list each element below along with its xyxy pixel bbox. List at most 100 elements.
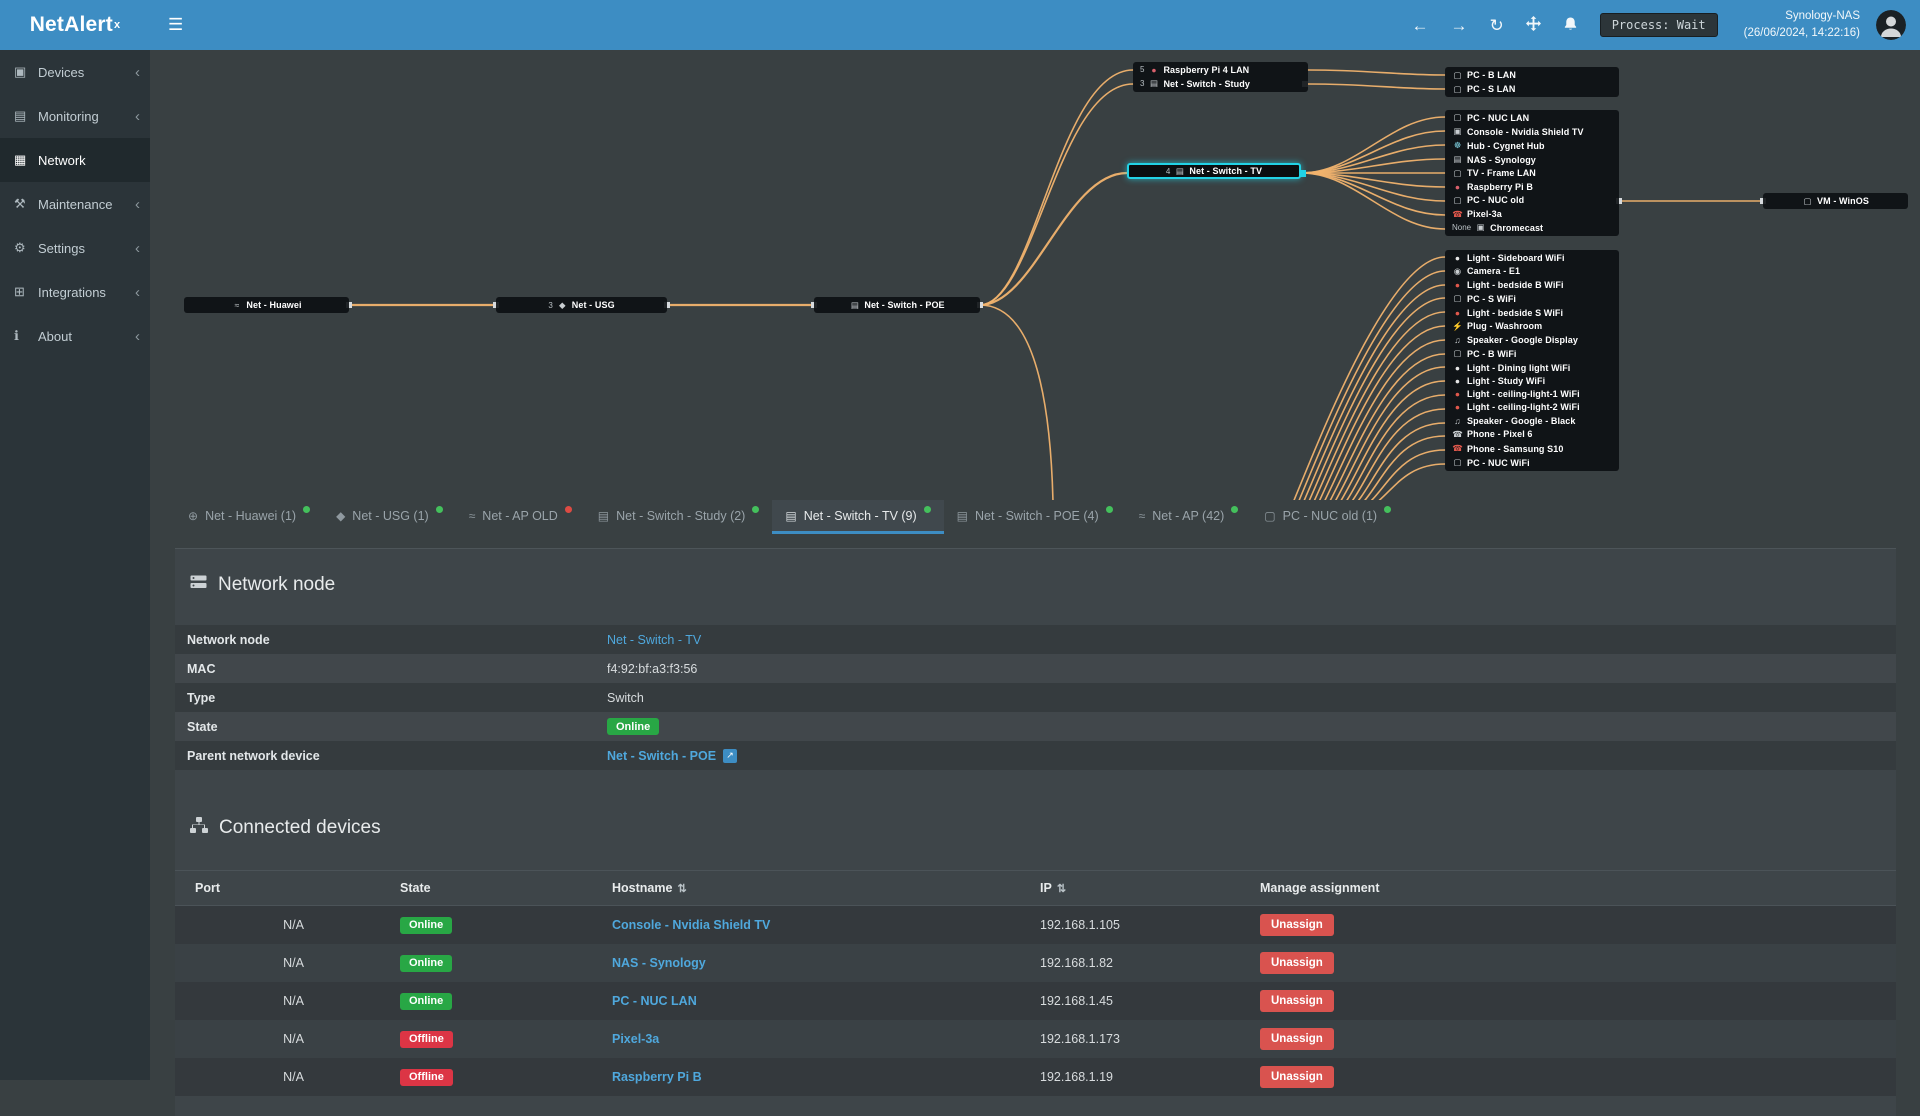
topology-device[interactable]: 5 ● Raspberry Pi 4 LAN — [1140, 65, 1301, 75]
cast-icon: ▣ — [1475, 222, 1486, 233]
move-icon[interactable] — [1526, 16, 1541, 34]
unassign-button[interactable]: Unassign — [1260, 952, 1334, 974]
tab-pc-nuc-old[interactable]: ▢ PC - NUC old (1) — [1251, 500, 1404, 534]
network-node-link[interactable]: Net - Switch - TV — [607, 633, 701, 647]
table-body: N/A Online Console - Nvidia Shield TV 19… — [175, 906, 1896, 1096]
topology-device[interactable]: ☎ Pixel-3a — [1452, 209, 1612, 220]
unassign-button[interactable]: Unassign — [1260, 914, 1334, 936]
pc-icon: ▢ — [1452, 195, 1463, 206]
topology-device[interactable]: None ▣ Chromecast — [1452, 222, 1612, 233]
topology-device[interactable]: ● Raspberry Pi B — [1452, 182, 1612, 192]
group-study-devices: ▢ PC - B LAN ▢ PC - S LAN — [1445, 67, 1619, 97]
node-net-switch-tv-selected[interactable]: 4 ▤ Net - Switch - TV — [1127, 163, 1301, 179]
topology-device[interactable]: ☸ Hub - Cygnet Hub — [1452, 140, 1612, 151]
sidebar-item-settings[interactable]: ⚙ Settings ‹ — [0, 226, 150, 270]
ip-cell: 192.168.1.19 — [1040, 1070, 1260, 1084]
switch-icon: ▤ — [598, 509, 609, 523]
bulb-icon: ● — [1452, 308, 1463, 318]
node-net-huawei[interactable]: ≈ Net - Huawei — [184, 297, 349, 313]
bell-icon[interactable] — [1563, 16, 1578, 35]
sidebar-item-integrations[interactable]: ⊞ Integrations ‹ — [0, 270, 150, 314]
unassign-button[interactable]: Unassign — [1260, 1028, 1334, 1050]
refresh-icon[interactable]: ↻ — [1489, 17, 1503, 34]
tab-net-switch-study[interactable]: ▤ Net - Switch - Study (2) — [585, 500, 773, 534]
status-dot-icon — [924, 506, 931, 513]
sort-icon[interactable]: ⇅ — [677, 883, 686, 895]
topology-device[interactable]: ▢ PC - B LAN — [1452, 70, 1612, 81]
tab-net-ap[interactable]: ≈ Net - AP (42) — [1126, 500, 1252, 534]
node-vm-winos[interactable]: ▢ VM - WinOS — [1763, 193, 1908, 209]
hostname-link[interactable]: Raspberry Pi B — [612, 1070, 702, 1084]
topology-device[interactable]: ♫ Speaker - Google Display — [1452, 335, 1612, 345]
forward-arrow-icon[interactable]: → — [1450, 17, 1467, 34]
chevron-icon: ‹ — [135, 196, 140, 213]
hostname-link[interactable]: NAS - Synology — [612, 956, 706, 970]
network-topology[interactable]: ≈ Net - Huawei 3 ◆ Net - USG ▤ Net - Swi… — [150, 50, 1920, 500]
menu-toggle-icon[interactable]: ☰ — [150, 15, 201, 35]
integrations-icon: ⊞ — [14, 284, 38, 300]
monitoring-icon: ▤ — [14, 108, 38, 124]
tab-net-ap-old[interactable]: ≈ Net - AP OLD — [456, 500, 585, 534]
topology-device[interactable]: ● Light - bedside S WiFi — [1452, 308, 1612, 318]
topology-device[interactable]: ▢ PC - NUC LAN — [1452, 112, 1612, 123]
unassign-button[interactable]: Unassign — [1260, 1066, 1334, 1088]
network-node-section-title: Network node — [175, 549, 1896, 613]
raspberry-icon: ● — [1452, 182, 1463, 192]
sidebar-item-maintenance[interactable]: ⚒ Maintenance ‹ — [0, 182, 150, 226]
host-name: Synology-NAS — [1744, 8, 1860, 25]
sidebar-item-monitoring[interactable]: ▤ Monitoring ‹ — [0, 94, 150, 138]
topology-device[interactable]: ● Light - ceiling-light-1 WiFi — [1452, 389, 1612, 399]
topology-device[interactable]: ● Light - ceiling-light-2 WiFi — [1452, 402, 1612, 412]
topology-device[interactable]: ▢ PC - NUC WiFi — [1452, 457, 1612, 468]
chevron-icon: ‹ — [135, 328, 140, 345]
app-logo[interactable]: NetAlertx — [0, 0, 150, 50]
state-badge: Online — [607, 718, 659, 735]
user-avatar[interactable] — [1876, 10, 1906, 40]
hostname-link[interactable]: Console - Nvidia Shield TV — [612, 918, 770, 932]
shield-icon: ◆ — [336, 509, 345, 523]
tab-net-switch-tv[interactable]: ▤ Net - Switch - TV (9) — [772, 500, 943, 534]
sidebar-item-devices[interactable]: ▣ Devices ‹ — [0, 50, 150, 94]
topology-device[interactable]: ◉ Camera - E1 — [1452, 266, 1612, 277]
topology-device[interactable]: 3 ▤ Net - Switch - Study — [1140, 78, 1301, 89]
topology-device[interactable]: ● Light - bedside B WiFi — [1452, 280, 1612, 290]
sidebar-item-network[interactable]: ▦ Network — [0, 138, 150, 182]
topology-device[interactable]: ☎ Phone - Samsung S10 — [1452, 443, 1612, 454]
sort-icon[interactable]: ⇅ — [1057, 883, 1066, 895]
topology-device[interactable]: ● Light - Study WiFi — [1452, 376, 1612, 386]
topology-device[interactable]: ▢ PC - S WiFi — [1452, 293, 1612, 304]
wifi-icon: ≈ — [231, 300, 242, 310]
pc-icon: ▢ — [1264, 509, 1275, 523]
connected-devices-table: Port State Hostname⇅ IP⇅ Manage assignme… — [175, 870, 1896, 1096]
topology-device[interactable]: ● Light - Dining light WiFi — [1452, 363, 1612, 373]
topology-device[interactable]: ▢ TV - Frame LAN — [1452, 168, 1612, 179]
topology-device[interactable]: ▢ PC - NUC old — [1452, 195, 1612, 206]
network-node-tabs: ⊕ Net - Huawei (1) ◆ Net - USG (1) ≈ Net… — [150, 500, 1920, 534]
parent-node-link[interactable]: Net - Switch - POE — [607, 749, 716, 763]
topology-device[interactable]: ▢ PC - S LAN — [1452, 84, 1612, 95]
hostname-link[interactable]: PC - NUC LAN — [612, 994, 697, 1008]
tab-net-huawei[interactable]: ⊕ Net - Huawei (1) — [175, 500, 323, 534]
raspberry-icon: ● — [1148, 65, 1159, 75]
node-net-switch-poe[interactable]: ▤ Net - Switch - POE — [814, 297, 980, 313]
tab-net-switch-poe[interactable]: ▤ Net - Switch - POE (4) — [944, 500, 1126, 534]
back-arrow-icon[interactable]: ← — [1411, 17, 1428, 34]
table-row: N/A Online Console - Nvidia Shield TV 19… — [175, 906, 1896, 944]
phone-icon: ☎ — [1452, 429, 1463, 440]
external-link-icon[interactable]: ↗ — [723, 749, 737, 763]
topology-device[interactable]: ▢ PC - B WiFi — [1452, 348, 1612, 359]
pc-icon: ▢ — [1452, 348, 1463, 359]
node-net-usg[interactable]: 3 ◆ Net - USG — [496, 297, 667, 313]
nas-icon: ▤ — [1452, 154, 1463, 165]
topology-device[interactable]: ♫ Speaker - Google - Black — [1452, 416, 1612, 426]
unassign-button[interactable]: Unassign — [1260, 990, 1334, 1012]
topology-device[interactable]: ▤ NAS - Synology — [1452, 154, 1612, 165]
hostname-link[interactable]: Pixel-3a — [612, 1032, 659, 1046]
devices-icon: ▣ — [14, 64, 38, 80]
topology-device[interactable]: ⚡ Plug - Washroom — [1452, 321, 1612, 332]
tab-net-usg[interactable]: ◆ Net - USG (1) — [323, 500, 456, 534]
topology-device[interactable]: ☎ Phone - Pixel 6 — [1452, 429, 1612, 440]
topology-device[interactable]: ▣ Console - Nvidia Shield TV — [1452, 126, 1612, 137]
topology-device[interactable]: ● Light - Sideboard WiFi — [1452, 253, 1612, 263]
sidebar-item-about[interactable]: ℹ About ‹ — [0, 314, 150, 358]
